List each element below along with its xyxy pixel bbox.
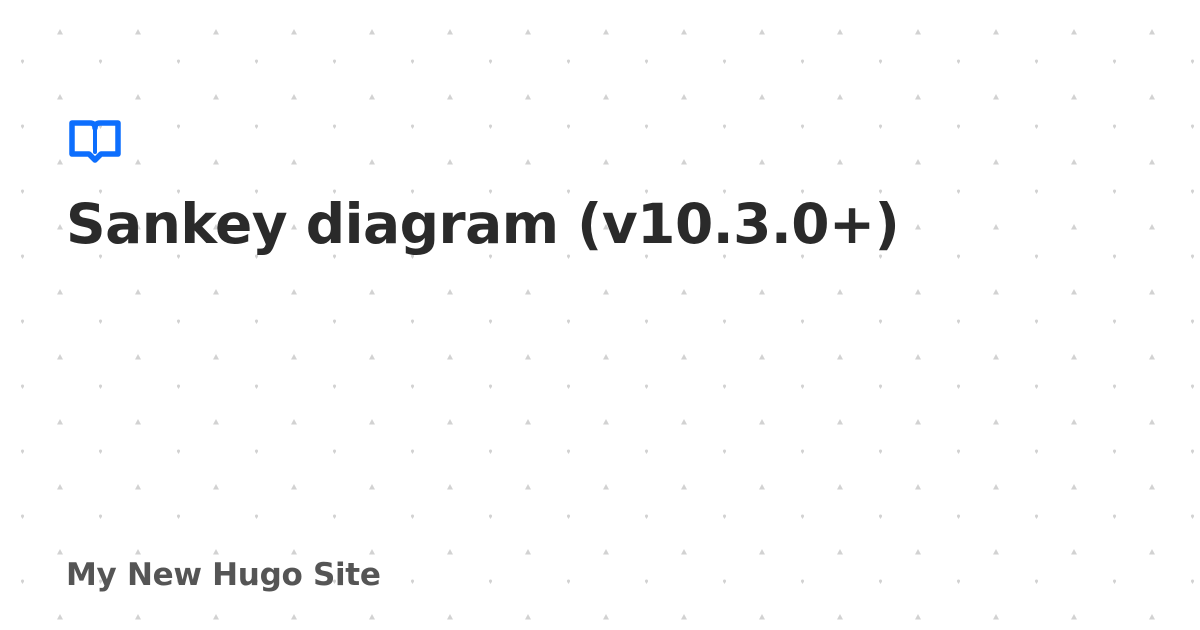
page-title: Sankey diagram (v10.3.0+) [66, 192, 900, 256]
dot-pattern-background [0, 0, 1200, 630]
book-icon [68, 119, 122, 163]
site-name: My New Hugo Site [66, 557, 381, 593]
